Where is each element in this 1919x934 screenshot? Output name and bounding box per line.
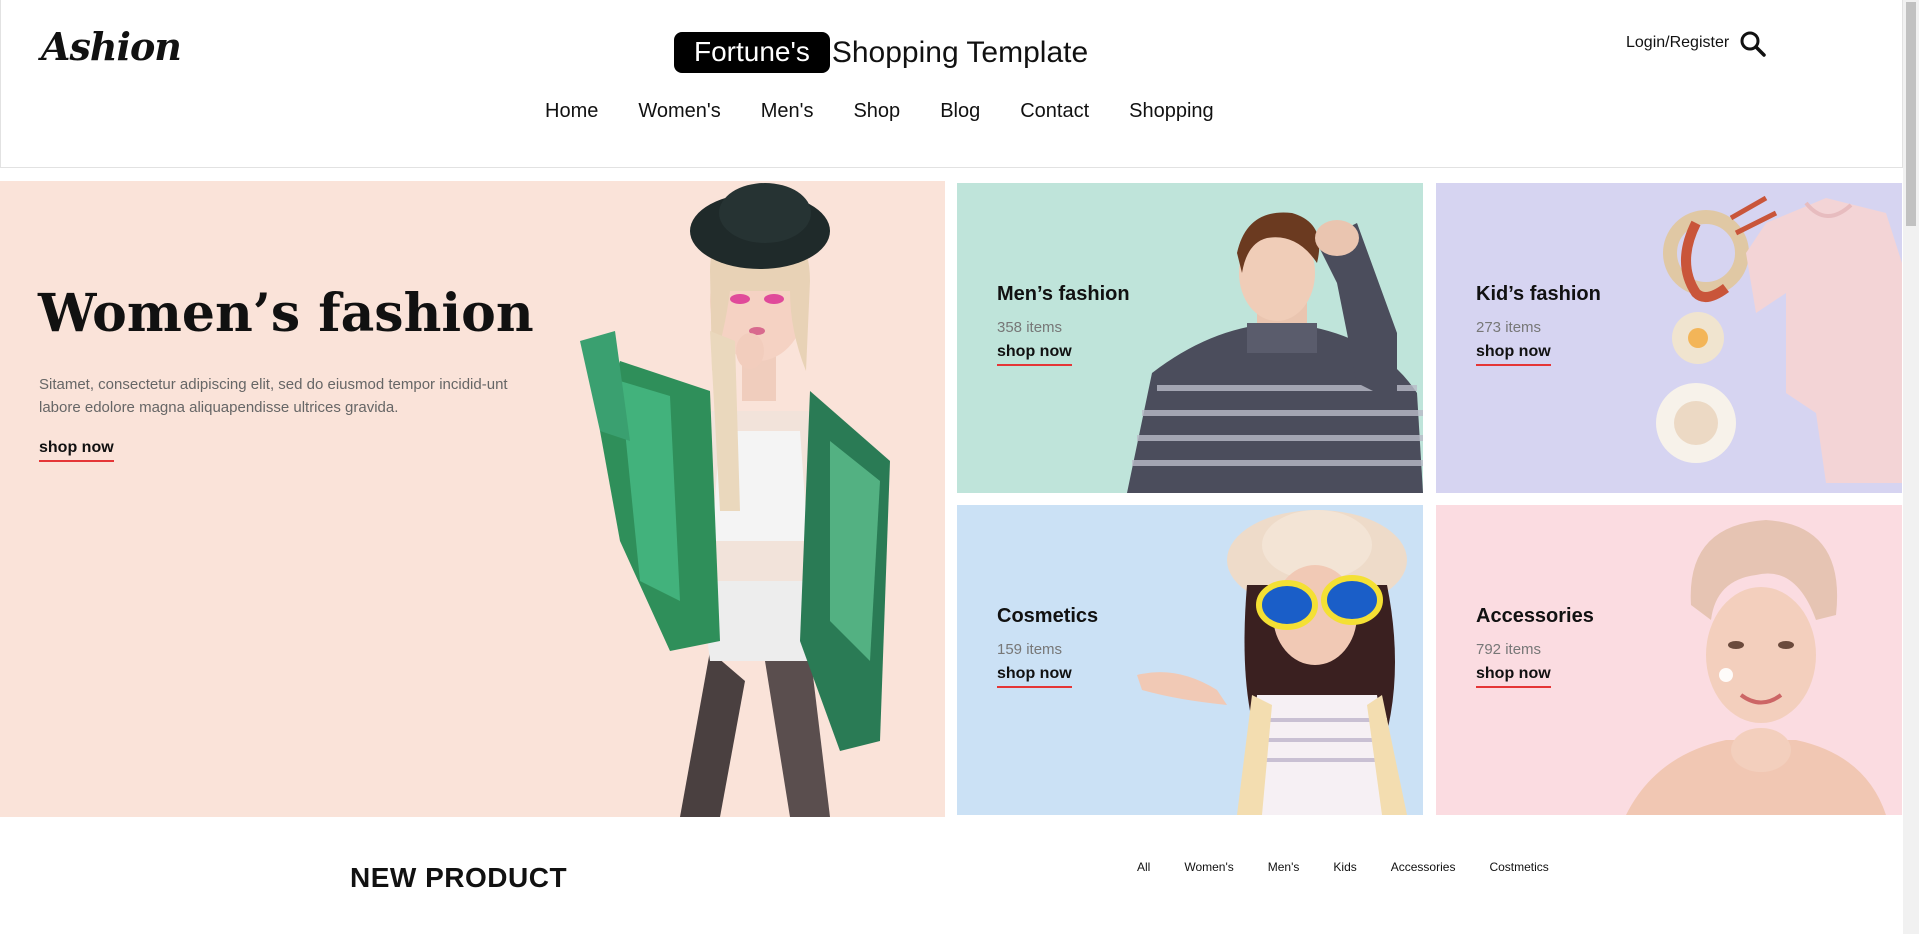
search-icon[interactable] (1739, 30, 1767, 58)
kids-products-image (1656, 195, 1902, 483)
filter-cosmetics[interactable]: Costmetics (1489, 860, 1548, 874)
category-title: Cosmetics (997, 605, 1099, 627)
logo[interactable]: Ashion (41, 24, 182, 69)
category-item-count: 273 items (1476, 319, 1542, 336)
category-tile-accessories: Accessories 792 items shop now (1436, 505, 1902, 815)
nav-item-blog[interactable]: Blog (940, 100, 980, 123)
product-filter-tabs: All Women's Men's Kids Accessories Costm… (1137, 860, 1583, 874)
category-shop-now-link[interactable]: shop now (1476, 343, 1551, 366)
category-shop-now-link[interactable]: shop now (1476, 665, 1551, 688)
nav-item-womens[interactable]: Women's (638, 100, 720, 123)
filter-mens[interactable]: Men's (1268, 860, 1300, 874)
model-accessories-image (1626, 520, 1886, 815)
category-tile-cosmetics: Cosmetics 159 items shop now (957, 505, 1423, 815)
category-tile-kids: Kid’s fashion 273 items shop now (1436, 183, 1902, 493)
site-header: Ashion Fortune's Shopping Template Home … (0, 0, 1903, 168)
category-shop-now-link[interactable]: shop now (997, 665, 1072, 688)
filter-womens[interactable]: Women's (1184, 860, 1233, 874)
main-nav: Home Women's Men's Shop Blog Contact Sho… (545, 100, 1254, 123)
model-man-image (1127, 212, 1423, 493)
brand-subtitle: Shopping Template (831, 35, 1089, 69)
hero-description: Sitamet, consectetur adipiscing elit, se… (39, 376, 508, 416)
category-item-count: 358 items (997, 319, 1063, 336)
nav-item-shop[interactable]: Shop (853, 100, 900, 123)
model-cosmetics-image (1137, 510, 1407, 815)
hero-banner-womens: Women’s fashion Sitamet, consectetur adi… (0, 181, 945, 817)
new-product-heading: NEW PRODUCT (350, 862, 568, 893)
nav-item-shopping[interactable]: Shopping (1129, 100, 1214, 123)
page-scrollbar[interactable] (1903, 0, 1919, 934)
category-shop-now-link[interactable]: shop now (997, 343, 1072, 366)
nav-item-home[interactable]: Home (545, 100, 598, 123)
category-title: Kid’s fashion (1476, 283, 1601, 305)
category-item-count: 159 items (997, 641, 1063, 658)
model-woman-image (580, 183, 890, 817)
brand-badge: Fortune's (674, 32, 830, 73)
nav-item-mens[interactable]: Men's (761, 100, 814, 123)
page-heading: Fortune's Shopping Template (674, 32, 1088, 73)
login-register-link[interactable]: Login/Register (1626, 34, 1729, 52)
filter-kids[interactable]: Kids (1333, 860, 1356, 874)
category-tile-mens: Men’s fashion 358 items shop now (957, 183, 1423, 493)
category-item-count: 792 items (1476, 641, 1542, 658)
nav-item-contact[interactable]: Contact (1020, 100, 1089, 123)
scrollbar-thumb[interactable] (1906, 2, 1916, 226)
hero-title: Women’s fashion (38, 283, 534, 344)
hero-shop-now-link[interactable]: shop now (39, 439, 114, 462)
filter-accessories[interactable]: Accessories (1391, 860, 1456, 874)
filter-all[interactable]: All (1137, 860, 1150, 874)
category-title: Accessories (1476, 605, 1594, 627)
